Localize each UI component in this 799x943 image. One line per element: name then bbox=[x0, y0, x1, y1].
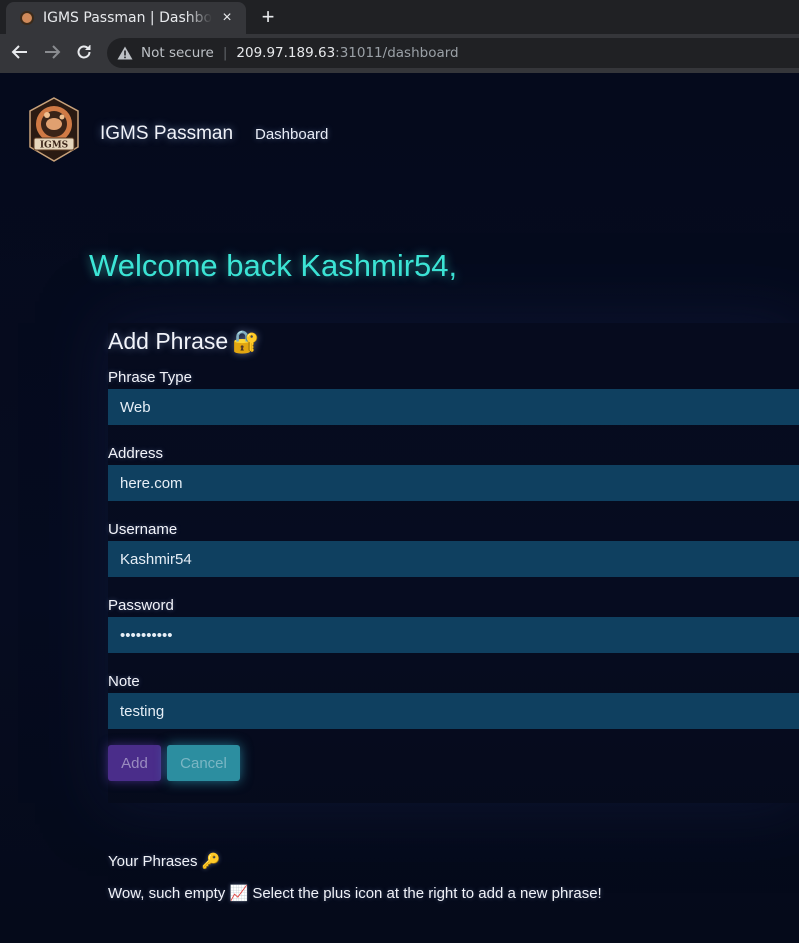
username-input[interactable]: Kashmir54 bbox=[108, 541, 799, 577]
page-content: IGMS IGMS Passman Dashboard Welcome back… bbox=[0, 73, 799, 943]
reload-button[interactable] bbox=[73, 43, 95, 65]
welcome-heading: Welcome back Kashmir54, bbox=[89, 248, 458, 283]
password-input[interactable]: •••••••••• bbox=[108, 617, 799, 653]
site-navbar: IGMS IGMS Passman Dashboard bbox=[0, 73, 799, 193]
note-input[interactable]: testing bbox=[108, 693, 799, 729]
note-label: Note bbox=[108, 673, 140, 690]
tab-title: IGMS Passman | Dashboard bbox=[43, 10, 212, 26]
browser-tab-bar: IGMS Passman | Dashboard × + bbox=[0, 0, 799, 34]
address-bar[interactable]: Not secure | 209.97.189.63:31011/dashboa… bbox=[107, 38, 799, 68]
arrow-left-icon bbox=[11, 44, 27, 59]
form-title: Add Phrase 🔐 bbox=[108, 328, 260, 355]
add-phrase-form: Add Phrase 🔐 Phrase Type Web Address here… bbox=[108, 323, 799, 803]
lock-key-icon: 🔐 bbox=[232, 330, 260, 355]
arrow-right-icon bbox=[45, 44, 61, 59]
address-label: Address bbox=[108, 445, 164, 462]
empty-phrases-message: Wow, such empty 📈 Select the plus icon a… bbox=[108, 884, 602, 902]
url-path: :31011/dashboard bbox=[335, 45, 459, 61]
cancel-button[interactable]: Cancel bbox=[167, 745, 240, 781]
browser-tab[interactable]: IGMS Passman | Dashboard × bbox=[6, 2, 246, 34]
omnibox-divider: | bbox=[222, 45, 228, 61]
your-phrases-title: Your Phrases bbox=[108, 853, 198, 870]
new-tab-button[interactable]: + bbox=[256, 3, 280, 31]
chart-icon: 📈 bbox=[229, 884, 249, 902]
empty-prefix: Wow, such empty bbox=[108, 885, 226, 902]
phrase-type-label: Phrase Type bbox=[108, 369, 192, 386]
phrase-type-select[interactable]: Web bbox=[108, 389, 799, 425]
favicon-icon bbox=[20, 11, 34, 25]
brand-logo[interactable]: IGMS bbox=[25, 97, 83, 163]
key-icon: 🔑 bbox=[201, 852, 221, 870]
brand-name[interactable]: IGMS Passman bbox=[100, 123, 233, 145]
url-host: 209.97.189.63 bbox=[236, 45, 336, 61]
warning-triangle-icon bbox=[117, 46, 133, 60]
forward-button[interactable] bbox=[41, 43, 63, 65]
logo-text: IGMS bbox=[40, 141, 68, 151]
address-input[interactable]: here.com bbox=[108, 465, 799, 501]
add-button[interactable]: Add bbox=[108, 745, 161, 781]
empty-suffix: Select the plus icon at the right to add… bbox=[252, 885, 602, 902]
your-phrases-heading: Your Phrases 🔑 bbox=[108, 852, 220, 870]
back-button[interactable] bbox=[9, 43, 31, 65]
password-label: Password bbox=[108, 597, 174, 614]
reload-icon bbox=[77, 44, 91, 58]
browser-toolbar: Not secure | 209.97.189.63:31011/dashboa… bbox=[0, 34, 799, 73]
tab-close-button[interactable]: × bbox=[218, 9, 236, 27]
nav-link-dashboard[interactable]: Dashboard bbox=[255, 126, 328, 143]
security-label[interactable]: Not secure bbox=[141, 45, 214, 61]
username-label: Username bbox=[108, 521, 178, 538]
form-title-text: Add Phrase bbox=[108, 328, 229, 354]
